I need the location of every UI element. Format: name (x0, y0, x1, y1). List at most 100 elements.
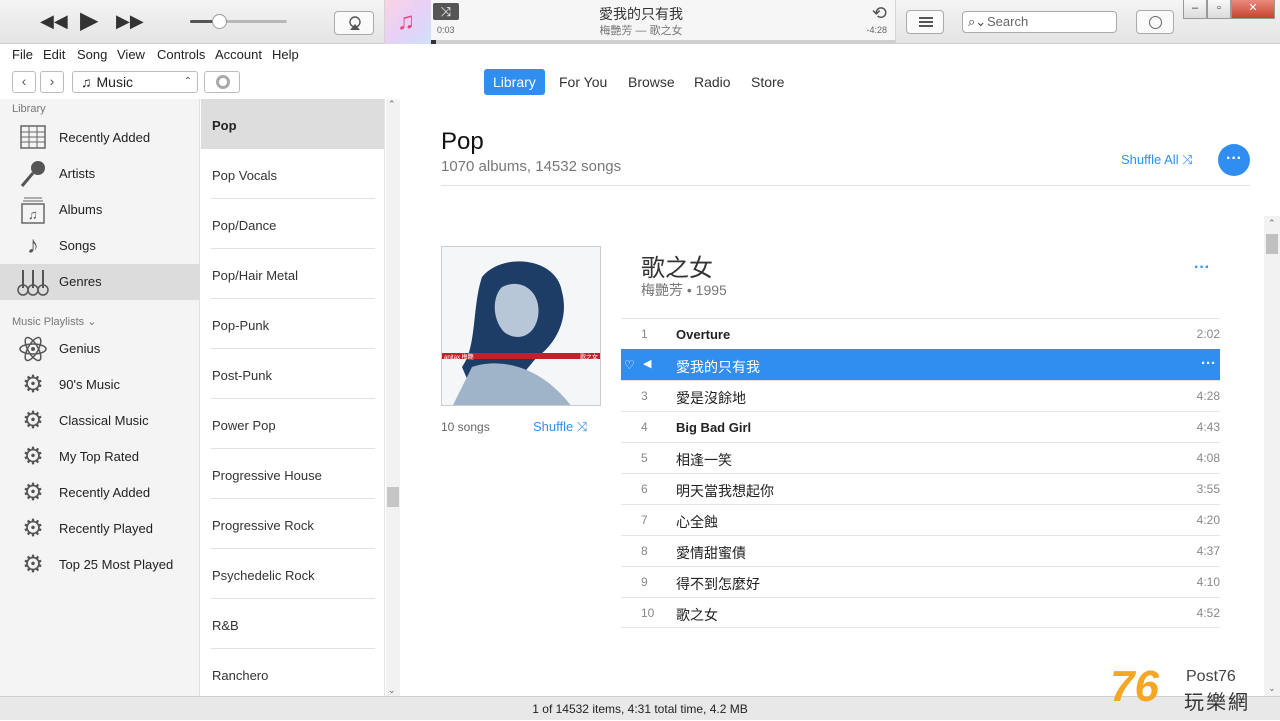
minimize-button[interactable]: ‒ (1183, 0, 1207, 19)
genre-item-pop-hair-metal[interactable]: Pop/Hair Metal (201, 249, 384, 299)
sidebar-item-top-25-most-played[interactable]: ⚙ Top 25 Most Played (0, 547, 200, 583)
genre-item-pop[interactable]: Pop (201, 99, 384, 149)
menu-view[interactable]: View (117, 47, 145, 62)
sidebar-item-recently-added[interactable]: Recently Added (0, 120, 200, 156)
media-kind-select[interactable]: ♫Music ⌃⌄ (72, 71, 198, 107)
track-row[interactable]: 8 愛情甜蜜債 4:37 (621, 535, 1220, 566)
sidebar-item-recently-played[interactable]: ⚙ Recently Played (0, 511, 200, 547)
album-shuffle-button[interactable]: Shuffle ⤨ (533, 419, 587, 435)
track-row[interactable]: 3 愛是沒餘地 4:28 (621, 380, 1220, 411)
genre-item-pop-punk[interactable]: Pop-Punk (201, 299, 384, 349)
shuffle-icon: ⤨ (576, 419, 588, 434)
genre-item-ranchero[interactable]: Ranchero (201, 649, 384, 696)
shuffle-all-button[interactable]: Shuffle All ⤨ (1121, 152, 1193, 168)
post76-watermark-logo: 76 Post76 玩樂網 (1110, 662, 1270, 714)
track-row[interactable]: 10 歌之女 4:52 (621, 597, 1220, 628)
sidebar-item-label: Classical Music (59, 413, 149, 428)
scroll-up-arrow-icon[interactable]: ⌃ (1268, 218, 1276, 229)
sidebar-item-genius[interactable]: Genius (0, 331, 200, 367)
album-artwork[interactable]: anitax 梅艷 歌之女 (441, 246, 601, 406)
heart-icon[interactable]: ♡ (624, 358, 635, 372)
maximize-button[interactable]: ▫ (1207, 0, 1231, 19)
track-row[interactable]: 4 Big Bad Girl 4:43 (621, 411, 1220, 442)
genre-item-pop-vocals[interactable]: Pop Vocals (201, 149, 384, 199)
genre-label: Pop/Dance (212, 218, 277, 233)
sidebar: Library Recently Added Artists ♫ Albums … (0, 99, 200, 696)
menu-help[interactable]: Help (272, 47, 299, 62)
rewind-button[interactable]: ◀◀ (40, 12, 68, 30)
repeat-icon[interactable]: ⟲ (872, 3, 887, 24)
track-row[interactable]: 9 得不到怎麼好 4:10 (621, 566, 1220, 597)
genre-stats: 1070 albums, 14532 songs (441, 158, 622, 175)
album-more-button[interactable]: ··· (1194, 259, 1210, 277)
track-row[interactable]: 1 Overture 2:02 (621, 318, 1220, 349)
album-title: 歌之女 (641, 255, 713, 282)
fast-forward-button[interactable]: ▶▶ (116, 12, 144, 30)
miniplayer-button[interactable] (1136, 10, 1174, 34)
track-row-now-playing[interactable]: ♡ ◀ 愛我的只有我 ··· (621, 349, 1220, 380)
menu-bar: File Edit Song View Controls Account Hel… (0, 44, 1280, 65)
navigation-bar: ‹ › ♫Music ⌃⌄ Library For You Browse Rad… (0, 65, 1280, 107)
sidebar-item-artists[interactable]: Artists (0, 156, 200, 192)
tab-radio[interactable]: Radio (685, 69, 740, 95)
back-button[interactable]: ‹ (12, 71, 36, 93)
airplay-button[interactable] (334, 11, 374, 35)
menu-file[interactable]: File (12, 47, 33, 62)
scroll-up-arrow-icon[interactable]: ⌃ (388, 99, 396, 110)
sidebar-item-albums[interactable]: ♫ Albums (0, 192, 200, 228)
main-scrollbar[interactable]: ⌃ ⌄ (1264, 216, 1280, 696)
genre-item-rnb[interactable]: R&B (201, 599, 384, 649)
track-title: 心全蝕 (676, 514, 718, 530)
genre-item-power-pop[interactable]: Power Pop (201, 399, 384, 449)
track-more-button[interactable]: ··· (1201, 355, 1216, 372)
gear-icon: ⚙ (22, 515, 44, 542)
sidebar-item-label: 90's Music (59, 377, 121, 392)
close-button[interactable]: ✕ (1231, 0, 1275, 19)
menu-edit[interactable]: Edit (43, 47, 65, 62)
up-next-button[interactable] (906, 10, 944, 34)
cover-text-left: anitax 梅艷 (444, 353, 474, 361)
play-button[interactable]: ▶ (80, 9, 98, 33)
track-row[interactable]: 7 心全蝕 4:20 (621, 504, 1220, 535)
playlists-heading-label: Music Playlists (12, 316, 85, 328)
sidebar-item-songs[interactable]: ♪ Songs (0, 228, 200, 264)
track-row[interactable]: 5 相逢一笑 4:08 (621, 442, 1220, 473)
genre-item-progressive-house[interactable]: Progressive House (201, 449, 384, 499)
music-playlists-heading[interactable]: Music Playlists ⌄ (12, 315, 96, 328)
more-options-button[interactable]: ··· (1218, 144, 1250, 176)
sidebar-item-genres[interactable]: Genres (0, 264, 200, 300)
tab-browse[interactable]: Browse (619, 69, 684, 95)
scroll-down-arrow-icon[interactable]: ⌄ (388, 685, 396, 696)
scrollbar-thumb[interactable] (1266, 234, 1278, 254)
genre-item-progressive-rock[interactable]: Progressive Rock (201, 499, 384, 549)
sidebar-item-my-top-rated[interactable]: ⚙ My Top Rated (0, 439, 200, 475)
search-input[interactable]: ⌕⌄ Search (962, 11, 1117, 33)
sidebar-item-label: My Top Rated (59, 449, 139, 464)
tab-for-you[interactable]: For You (550, 69, 616, 95)
genre-list-scrollbar[interactable]: ⌃ ⌄ (386, 99, 400, 696)
now-playing-display[interactable]: ♫ ⤨ 愛我的只有我 梅艷芳 — 歌之女 0:03 -4:28 ⟲ (384, 0, 896, 44)
genre-item-pop-dance[interactable]: Pop/Dance (201, 199, 384, 249)
volume-knob[interactable] (212, 14, 228, 29)
device-button[interactable] (204, 71, 240, 93)
tab-store[interactable]: Store (742, 69, 793, 95)
menu-account[interactable]: Account (215, 47, 262, 62)
track-duration: 4:20 (1196, 513, 1220, 527)
tab-library[interactable]: Library (484, 69, 545, 95)
track-row[interactable]: 6 明天當我想起你 3:55 (621, 473, 1220, 504)
genre-item-psychedelic-rock[interactable]: Psychedelic Rock (201, 549, 384, 599)
menu-controls[interactable]: Controls (157, 47, 205, 62)
forward-button[interactable]: › (40, 71, 64, 93)
volume-slider[interactable] (190, 14, 287, 29)
circle-icon (1149, 16, 1162, 29)
menu-song[interactable]: Song (77, 47, 107, 62)
genre-item-post-punk[interactable]: Post-Punk (201, 349, 384, 399)
genre-label: Pop (212, 118, 237, 133)
sidebar-item-recently-added-playlist[interactable]: ⚙ Recently Added (0, 475, 200, 511)
genre-label: Psychedelic Rock (212, 568, 315, 583)
track-number: 6 (641, 482, 648, 496)
sidebar-item-classical-music[interactable]: ⚙ Classical Music (0, 403, 200, 439)
scrollbar-thumb[interactable] (387, 487, 399, 507)
shuffle-all-label: Shuffle All (1121, 152, 1179, 167)
sidebar-item-90s-music[interactable]: ⚙ 90's Music (0, 367, 200, 403)
